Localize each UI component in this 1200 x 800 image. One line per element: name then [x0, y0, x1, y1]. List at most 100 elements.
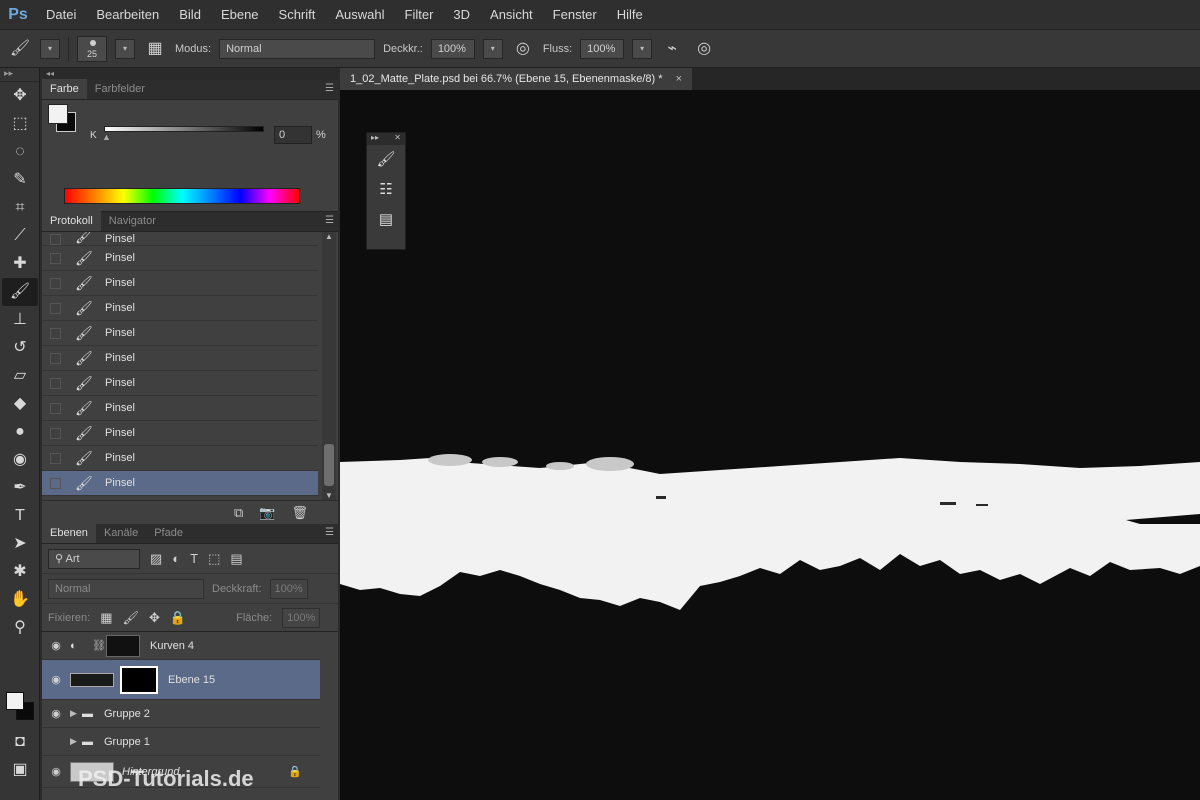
- eraser-tool-icon[interactable]: ▱: [2, 362, 38, 390]
- menu-3d[interactable]: 3D: [443, 7, 480, 22]
- history-item[interactable]: 🖌 Pinsel: [42, 296, 318, 321]
- history-brush-tool-icon[interactable]: ↺: [2, 334, 38, 362]
- menu-hilfe[interactable]: Hilfe: [607, 7, 653, 22]
- menu-ebene[interactable]: Ebene: [211, 7, 269, 22]
- history-checkbox[interactable]: [50, 477, 61, 489]
- history-checkbox[interactable]: [50, 402, 61, 414]
- history-item[interactable]: 🖌 Pinsel: [42, 246, 318, 271]
- eyedropper-tool-icon[interactable]: ⟋: [2, 222, 38, 250]
- layer-row-selected[interactable]: ◉ Ebene 15: [42, 660, 320, 700]
- history-checkbox[interactable]: [50, 327, 61, 339]
- blur-tool-icon[interactable]: ●: [2, 418, 38, 446]
- move-tool-icon[interactable]: ✥: [2, 82, 38, 110]
- fill-input[interactable]: 100%: [282, 607, 321, 628]
- stamp-tool-icon[interactable]: ⊥: [2, 306, 38, 334]
- tab-farbfelder[interactable]: Farbfelder: [87, 79, 153, 99]
- menu-auswahl[interactable]: Auswahl: [325, 7, 394, 22]
- history-checkbox[interactable]: [50, 427, 61, 439]
- delete-icon[interactable]: 🗑: [291, 505, 308, 521]
- history-item[interactable]: 🖌 Pinsel: [42, 396, 318, 421]
- history-item[interactable]: 🖌 Pinsel: [42, 421, 318, 446]
- history-scrollbar[interactable]: ▲ ▼: [322, 232, 336, 500]
- filter-smart-object-icon[interactable]: ▤: [230, 551, 242, 567]
- tab-farbe[interactable]: Farbe: [42, 79, 87, 99]
- menu-bearbeiten[interactable]: Bearbeiten: [86, 7, 169, 22]
- lock-all-icon[interactable]: 🔒: [170, 610, 186, 626]
- document-tab[interactable]: 1_02_Matte_Plate.psd bei 66.7% (Ebene 15…: [340, 68, 692, 90]
- preset-dropdown[interactable]: ▾: [40, 38, 60, 59]
- slider-handle-icon[interactable]: ▲: [102, 132, 111, 142]
- history-checkbox[interactable]: [50, 252, 61, 264]
- filter-pixel-icon[interactable]: ▨: [150, 551, 162, 567]
- panel-menu-icon[interactable]: ☰: [325, 83, 334, 94]
- new-snapshot-icon[interactable]: 📷: [259, 505, 275, 521]
- link-icon[interactable]: ⛓: [92, 639, 106, 652]
- visibility-eye-icon[interactable]: ◉: [42, 673, 70, 686]
- layer-row[interactable]: ◉ ▶ ▬ Gruppe 1: [42, 728, 320, 756]
- layer-mask-thumbnail[interactable]: [106, 634, 140, 657]
- modus-select[interactable]: Normal: [219, 38, 376, 59]
- brush-tool-icon[interactable]: 🖌: [2, 278, 38, 306]
- pressure-opacity-icon[interactable]: ◎: [511, 37, 535, 61]
- close-tab-icon[interactable]: ×: [676, 73, 682, 85]
- menu-bild[interactable]: Bild: [169, 7, 211, 22]
- dodge-tool-icon[interactable]: ◉: [2, 446, 38, 474]
- menu-schrift[interactable]: Schrift: [269, 7, 326, 22]
- scroll-thumb[interactable]: [324, 444, 334, 486]
- filter-adjustment-icon[interactable]: ◐: [172, 551, 180, 566]
- quick-select-tool-icon[interactable]: ✎: [2, 166, 38, 194]
- layer-mask-thumbnail[interactable]: [120, 665, 158, 694]
- tab-pfade[interactable]: Pfade: [146, 523, 191, 543]
- expand-arrow-icon[interactable]: ▶: [70, 736, 82, 747]
- history-item[interactable]: 🖌 Pinsel: [42, 371, 318, 396]
- layer-thumbnail[interactable]: [70, 672, 114, 687]
- tab-protokoll[interactable]: Protokoll: [42, 211, 101, 231]
- marquee-tool-icon[interactable]: ⬚: [2, 110, 38, 138]
- scroll-up-icon[interactable]: ▲: [325, 232, 333, 241]
- panel-menu-icon[interactable]: ☰: [325, 527, 334, 538]
- deckkr-input[interactable]: 100%: [430, 38, 475, 59]
- brush-presets-icon[interactable]: 🖌: [367, 145, 405, 175]
- quick-mask-icon[interactable]: ◘: [2, 728, 38, 756]
- menu-filter[interactable]: Filter: [395, 7, 444, 22]
- history-checkbox[interactable]: [50, 234, 61, 245]
- brush-size-picker[interactable]: 25: [77, 35, 107, 62]
- brush-size-dropdown[interactable]: ▾: [115, 38, 135, 59]
- layer-row[interactable]: ◉ ◐ ⛓ Kurven 4: [42, 632, 320, 660]
- menu-fenster[interactable]: Fenster: [543, 7, 607, 22]
- brush-panel-icon[interactable]: ▦: [143, 37, 167, 61]
- blend-mode-select[interactable]: Normal: [48, 578, 204, 599]
- tab-ebenen[interactable]: Ebenen: [42, 523, 96, 543]
- history-item[interactable]: 🖌 Pinsel: [42, 271, 318, 296]
- history-checkbox[interactable]: [50, 277, 61, 289]
- tab-kanaele[interactable]: Kanäle: [96, 523, 146, 543]
- history-checkbox[interactable]: [50, 377, 61, 389]
- pressure-size-icon[interactable]: ◎: [692, 37, 716, 61]
- close-panel-icon[interactable]: ✕: [394, 133, 401, 145]
- tab-navigator[interactable]: Navigator: [101, 211, 164, 231]
- expand-arrow-icon[interactable]: ▶: [70, 708, 82, 719]
- history-checkbox[interactable]: [50, 352, 61, 364]
- visibility-eye-icon[interactable]: ◉: [42, 639, 70, 652]
- filter-type-icon[interactable]: T: [190, 551, 198, 566]
- fluss-input[interactable]: 100%: [580, 38, 625, 59]
- history-item[interactable]: 🖌 Pinsel: [42, 346, 318, 371]
- scroll-down-icon[interactable]: ▼: [325, 491, 333, 500]
- path-select-tool-icon[interactable]: ➤: [2, 530, 38, 558]
- bucket-tool-icon[interactable]: ◆: [2, 390, 38, 418]
- expand-panels-icon[interactable]: ▸▸: [371, 133, 379, 145]
- fluss-dropdown[interactable]: ▾: [632, 38, 653, 59]
- lasso-tool-icon[interactable]: ◌: [2, 138, 38, 166]
- panel-menu-icon[interactable]: ☰: [325, 215, 334, 226]
- history-item[interactable]: 🖌 Pinsel: [42, 321, 318, 346]
- k-slider[interactable]: [104, 126, 264, 132]
- k-value-input[interactable]: 0: [274, 126, 312, 144]
- shape-tool-icon[interactable]: ✱: [2, 558, 38, 586]
- healing-tool-icon[interactable]: ✚: [2, 250, 38, 278]
- history-item-selected[interactable]: 🖌 Pinsel: [42, 471, 318, 496]
- document-canvas[interactable]: [340, 90, 1200, 800]
- hand-tool-icon[interactable]: ✋: [2, 586, 38, 614]
- toolbar-collapse-icon[interactable]: ▸▸: [0, 68, 39, 82]
- tool-presets-icon[interactable]: ▤: [367, 205, 405, 235]
- deckkr-dropdown[interactable]: ▾: [482, 38, 503, 59]
